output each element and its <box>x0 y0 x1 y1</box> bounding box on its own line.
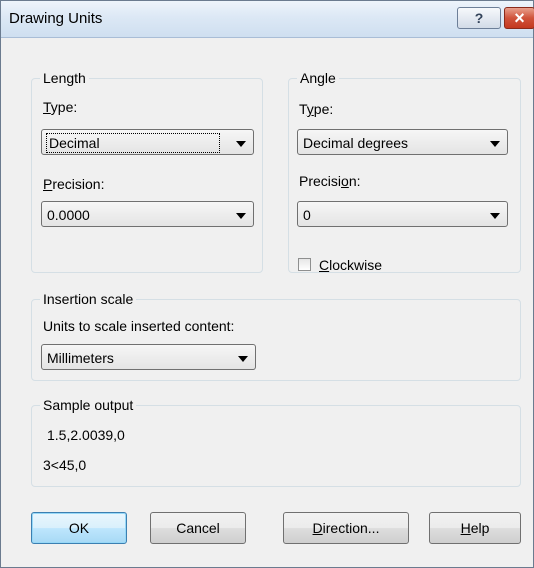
angle-type-value: Decimal degrees <box>303 135 409 151</box>
cancel-button[interactable]: Cancel <box>150 512 246 544</box>
insertion-units-select[interactable]: Millimeters <box>41 344 256 370</box>
angle-precision-label-start: Precisi <box>299 173 342 189</box>
chevron-down-icon <box>236 213 246 219</box>
close-icon: × <box>514 8 525 28</box>
direction-button[interactable]: Direction... <box>283 512 409 544</box>
angle-precision-value: 0 <box>303 207 311 223</box>
angle-type-hotkey: y <box>306 101 314 117</box>
sample-output-legend: Sample output <box>40 397 137 413</box>
angle-precision-hotkey: o <box>341 173 349 189</box>
clockwise-checkbox[interactable] <box>298 258 311 271</box>
help-hotkey: H <box>460 520 471 536</box>
chevron-down-icon <box>236 141 246 147</box>
insertion-units-value: Millimeters <box>47 350 114 366</box>
angle-type-label: Type: <box>299 101 333 117</box>
length-type-label-rest: ype: <box>50 99 78 115</box>
sample-output-group: Sample output <box>31 397 521 487</box>
length-precision-hotkey: P <box>43 176 53 192</box>
insertion-scale-legend: Insertion scale <box>40 291 137 307</box>
length-type-label-hotkey: T <box>43 99 51 115</box>
question-icon: ? <box>474 10 484 26</box>
clockwise-hotkey: C <box>319 257 330 273</box>
length-type-select[interactable]: Decimal <box>41 129 254 155</box>
length-legend: Length <box>40 70 89 86</box>
cancel-button-label: Cancel <box>176 520 220 536</box>
angle-precision-label-rest: n: <box>348 173 361 189</box>
length-precision-label: Precision: <box>43 176 104 192</box>
length-precision-label-rest: recision: <box>52 176 105 192</box>
help-button[interactable]: Help <box>429 512 521 544</box>
angle-precision-label: Precision: <box>299 173 361 189</box>
drawing-units-dialog: Drawing Units ? × Length Type: Decimal P… <box>0 0 534 568</box>
angle-precision-select[interactable]: 0 <box>297 201 508 227</box>
angle-legend: Angle <box>297 70 339 86</box>
sample-output-line-2: 3<45,0 <box>43 457 87 473</box>
clockwise-label[interactable]: Clockwise <box>319 257 382 273</box>
help-button-label: Help <box>461 520 490 536</box>
title-help-button[interactable]: ? <box>457 7 501 29</box>
length-precision-select[interactable]: 0.0000 <box>41 201 254 227</box>
help-button-label-rest: elp <box>470 520 490 536</box>
sample-output-line-1: 1.5,2.0039,0 <box>47 427 125 443</box>
ok-button-label: OK <box>68 520 90 536</box>
close-button[interactable]: × <box>504 7 534 29</box>
direction-hotkey: D <box>312 520 323 536</box>
chevron-down-icon <box>238 356 248 362</box>
chevron-down-icon <box>490 213 500 219</box>
dialog-title: Drawing Units <box>9 10 103 27</box>
insertion-units-label: Units to scale inserted content: <box>43 318 235 334</box>
ok-button[interactable]: OK <box>31 512 127 544</box>
angle-type-label-rest: pe: <box>313 101 334 117</box>
angle-type-select[interactable]: Decimal degrees <box>297 129 508 155</box>
chevron-down-icon <box>490 141 500 147</box>
length-precision-value: 0.0000 <box>47 207 90 223</box>
length-type-value: Decimal <box>46 133 220 153</box>
angle-type-label-start: T <box>299 101 307 117</box>
title-bar[interactable]: Drawing Units ? × <box>1 1 534 38</box>
direction-button-label-rest: irection... <box>322 520 380 536</box>
clockwise-label-rest: lockwise <box>329 257 383 273</box>
length-type-label: Type: <box>43 99 77 115</box>
direction-button-label: Direction... <box>313 520 380 536</box>
